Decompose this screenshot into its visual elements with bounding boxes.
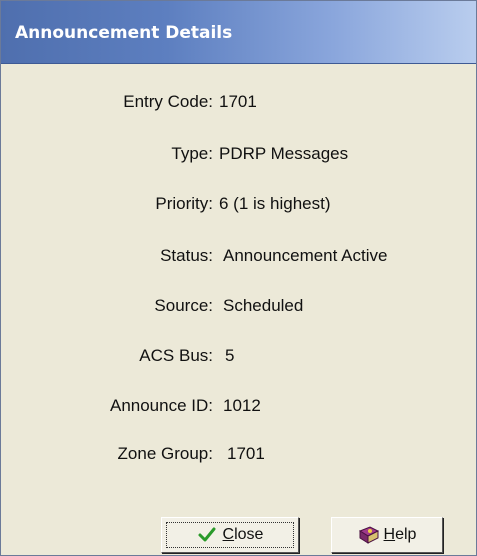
detail-row-announce-id: Announce ID: 1012 [9, 389, 468, 423]
help-book-icon [358, 525, 379, 545]
status-label: Status: [160, 246, 213, 265]
acs-bus-label: ACS Bus: [139, 346, 213, 365]
priority-value: 6 (1 is highest) [219, 194, 331, 213]
details-panel: Entry Code: 1701 Type: PDRP Messages Pri… [9, 65, 468, 517]
status-value: Announcement Active [223, 246, 388, 265]
detail-row-status: Status: Announcement Active [9, 239, 468, 273]
zone-group-label: Zone Group: [117, 444, 213, 463]
source-value: Scheduled [223, 296, 304, 315]
help-button-label: Help [383, 526, 417, 543]
acs-bus-value: 5 [225, 346, 235, 365]
entry-code-label: Entry Code: [123, 92, 213, 111]
detail-row-priority: Priority: 6 (1 is highest) [9, 187, 468, 221]
detail-row-zone-group: Zone Group: 1701 [9, 437, 468, 471]
checkmark-icon [197, 525, 217, 545]
entry-code-value: 1701 [219, 92, 257, 111]
title-bar[interactable]: Announcement Details [1, 1, 476, 64]
detail-row-acs-bus: ACS Bus: 5 [9, 339, 468, 373]
window-title: Announcement Details [15, 23, 233, 43]
close-button-label: Close [222, 526, 264, 543]
priority-label: Priority: [155, 194, 213, 213]
announce-id-label: Announce ID: [109, 396, 213, 415]
announce-id-value: 1012 [223, 396, 261, 415]
zone-group-value: 1701 [227, 444, 265, 463]
type-value: PDRP Messages [219, 144, 349, 163]
source-label: Source: [154, 296, 213, 315]
detail-row-entry-code: Entry Code: 1701 [9, 85, 468, 119]
button-bar: Close Help [1, 517, 476, 555]
detail-row-source: Source: Scheduled [9, 289, 468, 323]
announcement-details-dialog: Announcement Details Entry Code: 1701 Ty… [0, 0, 477, 556]
help-button[interactable]: Help [331, 517, 443, 553]
type-label: Type: [171, 144, 213, 163]
detail-row-type: Type: PDRP Messages [9, 137, 468, 171]
close-button[interactable]: Close [161, 517, 299, 553]
close-button-content: Close [162, 518, 298, 552]
help-button-content: Help [332, 518, 442, 552]
